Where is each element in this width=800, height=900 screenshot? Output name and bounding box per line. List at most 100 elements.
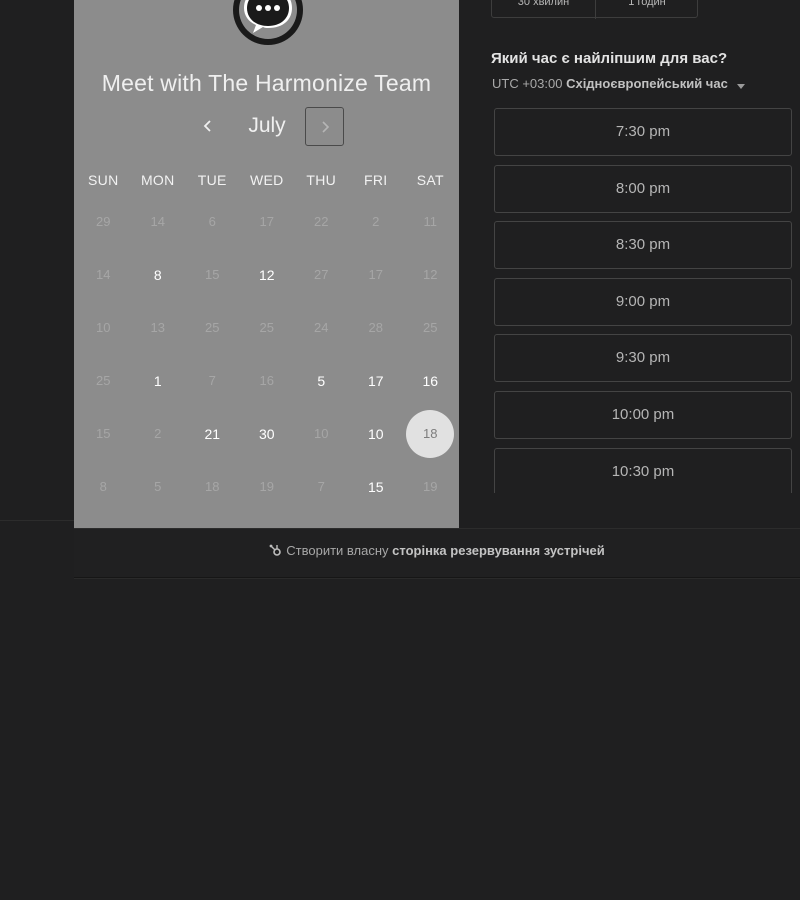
day-number: 18 [423,425,438,441]
weekday-header: SUN MON TUE WED THU FRI SAT [76,172,459,188]
calendar-week-row: 29 14 6 17 22 2 11 [76,195,459,248]
timezone-name: Східноєвропейський час [566,76,728,91]
calendar-day-unavailable: 17 [349,252,404,298]
calendar-day-unavailable: 22 [294,199,349,245]
calendar-day-unavailable: 16 [240,358,295,404]
weekday-label: WED [249,172,284,188]
day-number: 25 [205,319,220,335]
calendar-day-available[interactable]: 15 [349,464,404,510]
calendar-day-unavailable: 14 [76,252,131,298]
day-number: 2 [372,213,380,229]
calendar-day-unavailable: 24 [294,305,349,351]
duration-selector: 30 хвилин 1 годин [491,0,698,19]
month-label: July [248,114,286,137]
calendar-day-unavailable: 10 [294,411,349,457]
day-number: 10 [367,425,384,442]
calendar-day-unavailable: 6 [185,199,240,245]
day-number: 15 [367,478,384,495]
weekday-label: TUE [197,172,227,188]
create-booking-page-link[interactable]: Створити власну сторінка резервування зу… [74,543,800,560]
calendar-week-row: 15 2 21 30 10 10 18 [76,407,459,460]
calendar-day-unavailable: 25 [76,358,131,404]
weekday-label: THU [306,172,337,188]
calendar-day-unavailable: 29 [76,199,131,245]
calendar-grid: 29 14 6 17 22 2 11 14 8 15 12 27 17 12 10 13 25 25 24 28 25 2… [76,195,459,513]
calendar-day-available[interactable]: 10 [349,411,404,457]
calendar-day-unavailable: 15 [185,252,240,298]
day-number: 22 [314,213,329,229]
calendar-day-available[interactable]: 17 [349,358,404,404]
chat-bubble-ellipsis-icon [230,0,303,46]
time-slot-button[interactable]: 8:00 pm [494,164,792,213]
calendar-day-available[interactable]: 8 [131,252,186,298]
time-slot-button[interactable]: 9:30 pm [494,334,792,383]
calendar-day-unavailable: 25 [240,305,295,351]
day-number: 15 [205,266,220,282]
calendar-day-unavailable: 17 [240,199,295,245]
day-number: 19 [423,478,438,494]
next-month-button[interactable] [305,107,344,146]
previous-month-button[interactable] [194,112,222,140]
time-slot-button[interactable]: 7:30 pm [494,108,792,156]
day-number: 8 [99,478,107,494]
calendar-day-available[interactable]: 5 [294,358,349,404]
calendar-day-unavailable: 12 [403,252,458,298]
day-number: 10 [96,319,111,335]
calendar-day-unavailable: 8 [76,464,131,510]
chevron-left-icon [203,120,211,132]
day-number: 29 [96,213,111,229]
calendar-day-unavailable: 25 [403,305,458,351]
day-number: 16 [422,372,439,389]
footer-bar: Створити власну сторінка резервування зу… [74,528,800,578]
calendar-day-available[interactable]: 21 [185,411,240,457]
day-number: 28 [368,319,383,335]
day-number: 17 [259,213,274,229]
calendar-day-unavailable: 25 [185,305,240,351]
day-number: 16 [259,372,274,388]
calendar-day-unavailable: 14 [131,199,186,245]
day-number: 25 [96,372,111,388]
caret-down-icon [737,77,746,92]
calendar-day-available[interactable]: 1 [131,358,186,404]
duration-option[interactable]: 1 годин [596,0,698,19]
weekday-label: FRI [364,172,388,188]
day-number: 15 [96,425,111,441]
time-question-heading: Який час є найліпшим для вас? [491,50,728,67]
day-number: 12 [258,266,275,283]
day-number: 12 [423,266,438,282]
day-number: 30 [258,425,275,442]
weekday-label: MON [140,172,175,188]
month-navigation: July [74,106,459,148]
day-number: 24 [314,319,329,335]
day-number: 21 [204,425,221,442]
calendar-day-available[interactable]: 30 [240,411,295,457]
calendar-week-row: 14 8 15 12 27 17 12 [76,248,459,301]
time-slot-button[interactable]: 10:30 pm [494,447,792,493]
footer-prefix: Створити власну [286,543,389,558]
day-number: 1 [153,372,162,389]
timezone-selector[interactable]: UTC +03:00 Східноєвропейський час [492,76,746,92]
day-number: 13 [150,319,165,335]
calendar-day-available[interactable]: 12 [240,252,295,298]
calendar-day-selected[interactable]: 18 [403,409,458,458]
calendar-day-available[interactable]: 16 [403,358,458,404]
time-slot-button[interactable]: 10:00 pm [494,390,792,439]
calendar-day-unavailable: 7 [185,358,240,404]
calendar-day-unavailable: 11 [403,199,458,245]
time-slot-list[interactable]: 7:30 pm 8:00 pm 8:30 pm 9:00 pm 9:30 pm 10:00… [494,108,792,493]
time-slot-button[interactable]: 8:30 pm [494,221,792,270]
day-number: 14 [96,266,111,282]
hubspot-sprocket-icon [269,544,282,560]
duration-option[interactable]: 30 хвилин [492,0,596,19]
day-number: 2 [154,425,162,441]
duration-option-label: 30 хвилин [517,0,570,8]
weekday-label: SAT [416,172,444,188]
day-number: 25 [423,319,438,335]
calendar-day-unavailable: 28 [349,305,404,351]
day-number: 25 [259,319,274,335]
calendar-day-unavailable: 2 [349,199,404,245]
calendar-day-unavailable: 10 [76,305,131,351]
timezone-offset: UTC +03:00 [492,76,563,91]
day-number: 6 [208,213,216,229]
time-slot-button[interactable]: 9:00 pm [494,277,792,326]
